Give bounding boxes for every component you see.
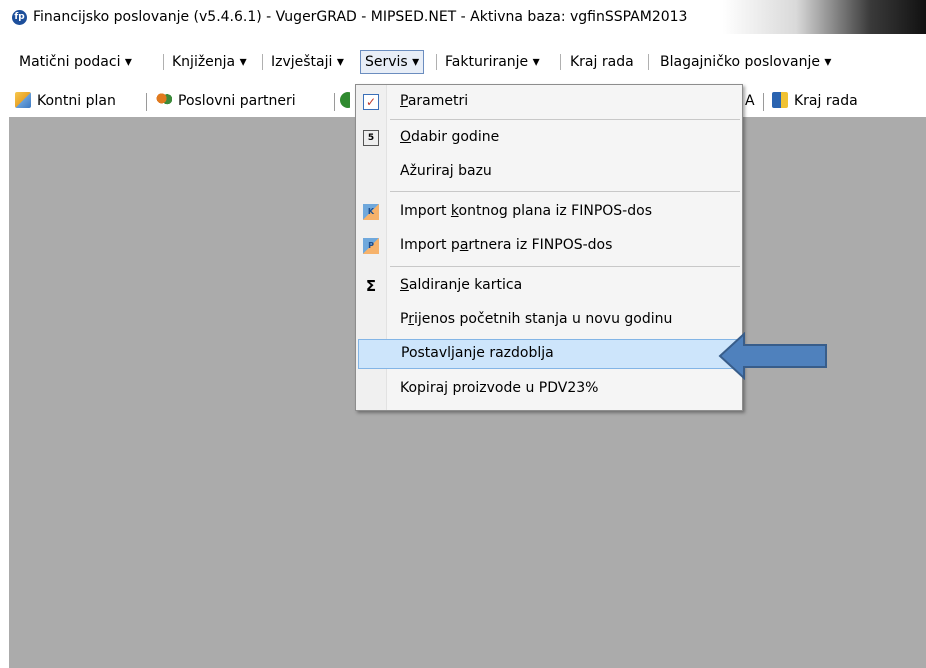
menu-item-kopiraj-proizvode[interactable]: Kopiraj proizvode u PDV23% bbox=[356, 374, 742, 404]
menu-separator bbox=[390, 119, 740, 120]
menu-separator bbox=[436, 54, 437, 70]
menu-kraj-rada[interactable]: Kraj rada bbox=[566, 51, 638, 73]
menu-maticni-podaci[interactable]: Matični podaci ▾ bbox=[15, 51, 136, 73]
annotation-arrow-icon bbox=[718, 332, 827, 380]
menu-item-saldiranje-kartica[interactable]: Σ Saldiranje kartica bbox=[356, 271, 742, 301]
import-k-icon: K bbox=[363, 204, 379, 220]
toolbar-hidden-button[interactable] bbox=[340, 90, 350, 112]
menu-item-prijenos-pocetnih-stanja[interactable]: Prijenos početnih stanja u novu godinu bbox=[356, 305, 742, 335]
calendar-icon: 5 bbox=[363, 130, 379, 146]
menu-separator bbox=[163, 54, 164, 70]
menu-blagajnicko-poslovanje[interactable]: Blagajničko poslovanje ▾ bbox=[656, 51, 835, 73]
green-leaf-icon bbox=[340, 92, 350, 108]
menu-item-label: Import partnera iz FINPOS-dos bbox=[400, 237, 613, 253]
window-title: Financijsko poslovanje (v5.4.6.1) - Vuge… bbox=[33, 9, 688, 25]
toolbar-separator bbox=[334, 93, 335, 111]
toolbar-kraj-rada-button[interactable]: Kraj rada bbox=[772, 90, 858, 112]
menu-item-postavljanje-razdoblja[interactable]: Postavljanje razdoblja bbox=[358, 339, 740, 369]
menu-item-parametri[interactable]: ✓ Parametri bbox=[356, 87, 742, 117]
menu-item-odabir-godine[interactable]: 5 Odabir godine bbox=[356, 123, 742, 153]
servis-dropdown-menu: ✓ Parametri 5 Odabir godine Ažuriraj baz… bbox=[355, 84, 743, 411]
menu-item-label: Saldiranje kartica bbox=[400, 277, 523, 293]
toolbar-separator bbox=[146, 93, 147, 111]
menu-separator bbox=[390, 266, 740, 267]
toolbar-kraj-rada-label: Kraj rada bbox=[794, 93, 858, 109]
exit-door-icon bbox=[772, 92, 788, 108]
menu-item-label: Ažuriraj bazu bbox=[400, 163, 492, 179]
toolbar-a-fragment: A bbox=[745, 93, 755, 109]
menu-fakturiranje[interactable]: Fakturiranje ▾ bbox=[441, 51, 544, 73]
app-logo-icon: fp bbox=[12, 10, 27, 25]
sigma-icon: Σ bbox=[365, 277, 377, 295]
menu-separator bbox=[648, 54, 649, 70]
menu-servis[interactable]: Servis ▾ bbox=[360, 50, 425, 74]
title-bar: fp Financijsko poslovanje (v5.4.6.1) - V… bbox=[0, 0, 926, 34]
toolbar-separator bbox=[763, 93, 764, 111]
toolbar-poslovni-partneri-button[interactable]: Poslovni partneri bbox=[156, 90, 296, 112]
menu-izvjestaji[interactable]: Izvještaji ▾ bbox=[267, 51, 348, 73]
menu-separator bbox=[262, 54, 263, 70]
partners-icon bbox=[156, 92, 172, 108]
kontni-plan-icon bbox=[15, 92, 31, 108]
menu-knjizenja[interactable]: Knjiženja ▾ bbox=[168, 51, 251, 73]
menu-separator bbox=[560, 54, 561, 70]
menu-bar: Matični podaci ▾ Knjiženja ▾ Izvještaji … bbox=[0, 48, 926, 74]
menu-item-label: Odabir godine bbox=[400, 129, 500, 145]
menu-item-import-partnera[interactable]: P Import partnera iz FINPOS-dos bbox=[356, 231, 742, 261]
toolbar-kontni-plan-label: Kontni plan bbox=[37, 93, 116, 109]
menu-item-import-kontnog-plana[interactable]: K Import kontnog plana iz FINPOS-dos bbox=[356, 197, 742, 227]
menu-item-label: Kopiraj proizvode u PDV23% bbox=[400, 380, 599, 396]
menu-item-label: Parametri bbox=[400, 93, 469, 109]
menu-separator bbox=[390, 191, 740, 192]
menu-item-label: Postavljanje razdoblja bbox=[401, 345, 554, 361]
checkbox-icon: ✓ bbox=[363, 94, 379, 110]
import-p-icon: P bbox=[363, 238, 379, 254]
toolbar-poslovni-partneri-label: Poslovni partneri bbox=[178, 93, 296, 109]
menu-item-label: Import kontnog plana iz FINPOS-dos bbox=[400, 203, 652, 219]
menu-item-label: Prijenos početnih stanja u novu godinu bbox=[400, 311, 673, 327]
toolbar-kontni-plan-button[interactable]: Kontni plan bbox=[15, 90, 116, 112]
menu-item-azuriraj-bazu[interactable]: Ažuriraj bazu bbox=[356, 157, 742, 187]
